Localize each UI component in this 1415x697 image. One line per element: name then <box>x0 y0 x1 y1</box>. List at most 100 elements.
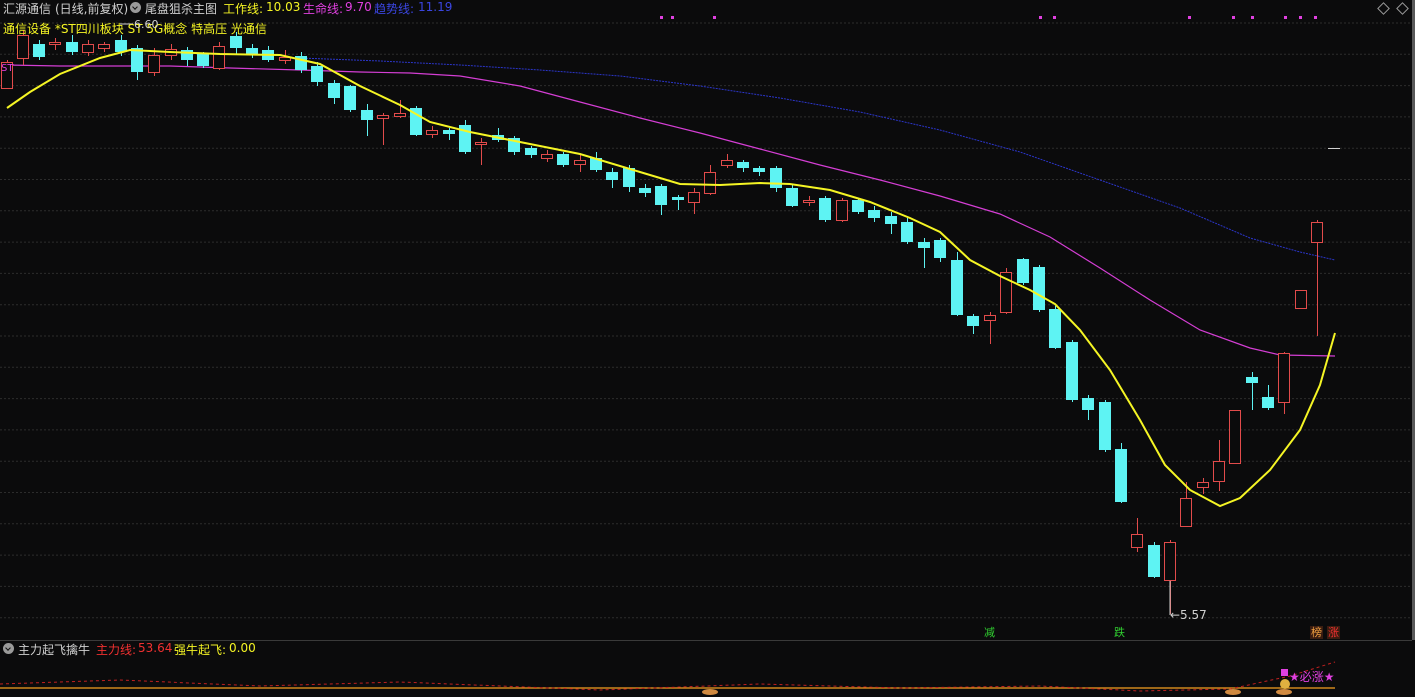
candle <box>1148 542 1160 578</box>
candle-body <box>819 198 831 220</box>
work-line-path <box>6 48 1336 508</box>
candle <box>492 128 504 142</box>
signal-rank-badge: 榜 <box>1310 626 1323 639</box>
candle <box>1262 385 1274 410</box>
signal-reduce-badge: 减 <box>984 626 995 639</box>
candle-body <box>328 83 340 98</box>
stock-name: 汇源通信 <box>3 2 52 16</box>
candle <box>901 218 913 244</box>
candle <box>639 184 651 197</box>
candle <box>1017 258 1029 285</box>
signal-dot <box>1188 16 1191 19</box>
candle <box>377 113 389 145</box>
candle <box>328 80 340 104</box>
main-line-value: 53.64 <box>138 641 173 655</box>
subpanel-indicator-name[interactable]: 主力起飞擒牛 <box>18 641 90 658</box>
candle-body <box>98 44 110 49</box>
candle-body <box>803 200 815 203</box>
candle <box>984 312 996 344</box>
candle <box>361 104 373 136</box>
signal-dot <box>1284 16 1287 19</box>
candle <box>98 42 110 52</box>
candle <box>1066 340 1078 402</box>
candle-body <box>377 115 389 119</box>
candle-body <box>1131 534 1143 548</box>
indicator-name[interactable]: 尾盘狙杀主图 <box>145 0 217 17</box>
candle-body <box>557 154 569 165</box>
candle-body <box>1311 222 1323 243</box>
candle-body <box>704 172 716 194</box>
candle-body <box>639 188 651 193</box>
candle-body <box>1066 342 1078 400</box>
trend-line-label: 趋势线: <box>374 2 415 16</box>
candle <box>1278 352 1290 414</box>
candle <box>525 146 537 158</box>
candle <box>819 196 831 222</box>
candle-body <box>770 168 782 188</box>
candle-body <box>885 216 897 224</box>
candle <box>803 196 815 206</box>
candle-body <box>1115 449 1127 502</box>
candle-body <box>181 50 193 60</box>
subpanel-main-line <box>0 661 1336 692</box>
high-price-label: 6.60 <box>134 18 159 31</box>
subpanel-lines <box>0 661 1336 695</box>
subpanel-marker <box>702 689 718 695</box>
candle <box>1082 395 1094 420</box>
candle-body <box>197 54 209 66</box>
subpanel-marker <box>1225 689 1241 695</box>
candle-body <box>115 40 127 52</box>
candle <box>868 206 880 222</box>
candle <box>672 195 684 210</box>
candle-body <box>17 35 29 59</box>
candle-body <box>1229 410 1241 464</box>
candle <box>590 152 602 172</box>
period-label: (日线,前复权) <box>55 2 129 16</box>
candle <box>426 126 438 138</box>
candle <box>459 120 471 154</box>
candle-body <box>721 160 733 166</box>
candle <box>66 35 78 55</box>
candle-body <box>1180 498 1192 527</box>
signal-dot <box>660 16 663 19</box>
candle <box>606 168 618 188</box>
candle-body <box>1049 309 1061 348</box>
candle <box>475 138 487 165</box>
candle <box>508 136 520 155</box>
candle <box>918 238 930 268</box>
signal-dot <box>713 16 716 19</box>
candle <box>246 44 258 58</box>
trend-line-path <box>299 57 1336 261</box>
candle-body <box>344 86 356 110</box>
candle-body <box>541 154 553 159</box>
candle-body <box>311 66 323 82</box>
main-header: 汇源通信 (日线,前复权) 尾盘狙杀主图 工作线: 10.03 生命线: 9.7… <box>0 0 1415 16</box>
candle-body <box>836 200 848 221</box>
signal-fall-badge: 跌 <box>1114 626 1125 639</box>
candle <box>557 152 569 167</box>
candle-body <box>1033 267 1045 310</box>
candle-body <box>394 113 406 117</box>
signal-dot <box>1039 16 1042 19</box>
candle <box>82 40 94 56</box>
candle-body <box>426 130 438 135</box>
candle <box>344 85 356 112</box>
candle-body <box>1099 402 1111 450</box>
signal-dot <box>1053 16 1056 19</box>
candle <box>1311 220 1323 336</box>
price-chart[interactable] <box>0 0 1415 697</box>
candle-body <box>918 242 930 248</box>
work-line-label: 工作线: <box>223 2 264 16</box>
st-tag: ST <box>1 63 14 74</box>
candle-body <box>951 260 963 315</box>
candle-body <box>66 42 78 52</box>
candle <box>1197 478 1209 494</box>
life-line-path <box>6 64 1336 357</box>
candle <box>688 188 700 214</box>
candle <box>786 185 798 207</box>
main-line-label: 主力线: <box>96 643 137 657</box>
signal-rise-badge: 涨 <box>1327 626 1340 639</box>
candle-body <box>33 44 45 57</box>
candle <box>33 40 45 60</box>
candle <box>770 166 782 192</box>
